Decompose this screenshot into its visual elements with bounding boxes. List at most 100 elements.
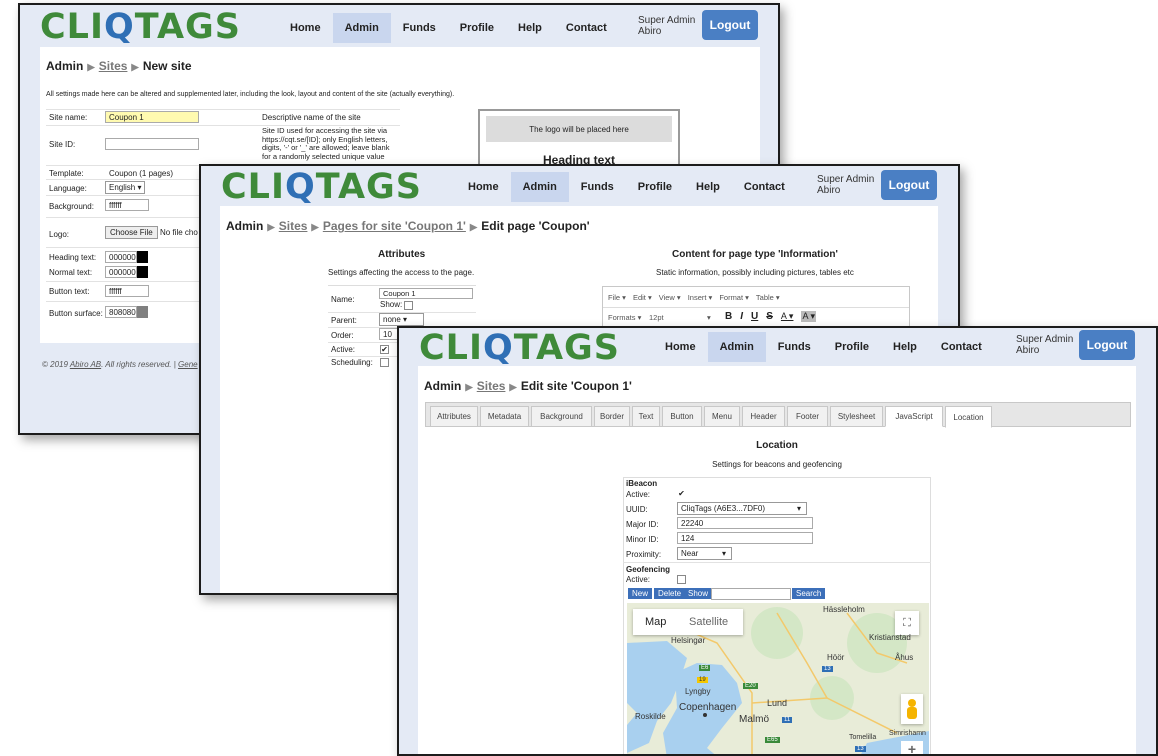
formats-dropdown[interactable]: Formats ▾: [608, 313, 641, 322]
major-id-input[interactable]: 22240: [677, 517, 813, 529]
tab-header[interactable]: Header: [742, 406, 785, 427]
map-type-control: Map Satellite: [633, 609, 743, 635]
fullscreen-icon[interactable]: ⛶: [895, 611, 919, 635]
tab-button[interactable]: Button: [662, 406, 702, 427]
active-checkbox[interactable]: ✔: [380, 345, 389, 354]
minor-id-label: Minor ID:: [626, 535, 659, 544]
cliqtags-logo[interactable]: CLIQTAGS: [419, 328, 620, 368]
parent-select[interactable]: none ▾: [379, 313, 424, 326]
bold-button[interactable]: B: [725, 311, 732, 322]
menu-edit[interactable]: Edit ▾: [633, 293, 652, 302]
page-name-input[interactable]: Coupon 1: [379, 288, 473, 299]
breadcrumb-link-sites[interactable]: Sites: [99, 59, 128, 73]
show-checkbox[interactable]: [404, 301, 413, 310]
background-color-input[interactable]: ffffff: [105, 199, 149, 211]
menu-table[interactable]: Table ▾: [756, 293, 780, 302]
tab-border[interactable]: Border: [594, 406, 630, 427]
pegman-icon[interactable]: [901, 694, 923, 724]
nav-funds[interactable]: Funds: [391, 13, 448, 43]
footer-general-link[interactable]: Gene: [178, 360, 198, 369]
format-buttons: B I U S A ▾ A ▾: [725, 311, 816, 322]
geofencing-active-checkbox[interactable]: [677, 575, 686, 584]
nav-funds[interactable]: Funds: [766, 332, 823, 362]
map-search-input[interactable]: [711, 588, 791, 600]
nav-help[interactable]: Help: [881, 332, 929, 362]
logout-button[interactable]: Logout: [702, 10, 758, 40]
map-view[interactable]: Map Satellite ⛶ + Hässleholm Kristiansta…: [627, 603, 929, 754]
underline-button[interactable]: U: [751, 311, 758, 322]
map-label-ahus: Åhus: [895, 653, 914, 662]
parent-label: Parent:: [331, 316, 357, 325]
site-name-input[interactable]: Coupon 1: [105, 111, 199, 123]
heading-text-swatch[interactable]: [137, 251, 148, 263]
chevron-down-icon[interactable]: ▾: [707, 313, 711, 322]
italic-button[interactable]: I: [740, 311, 743, 322]
menu-file[interactable]: File ▾: [608, 293, 626, 302]
choose-file-button[interactable]: Choose File: [105, 226, 158, 239]
tab-menu[interactable]: Menu: [704, 406, 740, 427]
tab-attributes[interactable]: Attributes: [430, 406, 478, 427]
nav-contact[interactable]: Contact: [732, 172, 797, 202]
nav-home[interactable]: Home: [278, 13, 333, 43]
nav-home[interactable]: Home: [456, 172, 511, 202]
logout-button[interactable]: Logout: [1079, 330, 1135, 360]
background-color-button[interactable]: A ▾: [801, 311, 816, 322]
nav-help[interactable]: Help: [506, 13, 554, 43]
ibeacon-active-label: Active:: [626, 490, 651, 499]
menu-format[interactable]: Format ▾: [719, 293, 749, 302]
nav-admin[interactable]: Admin: [707, 332, 766, 362]
minor-id-input[interactable]: 124: [677, 532, 813, 544]
scheduling-checkbox[interactable]: [380, 358, 389, 367]
tab-text[interactable]: Text: [632, 406, 660, 427]
ibeacon-active-checkbox[interactable]: ✔: [677, 490, 686, 499]
button-text-color-input[interactable]: ffffff: [105, 285, 149, 297]
nav-contact[interactable]: Contact: [554, 13, 619, 43]
proximity-select[interactable]: Near ▾: [677, 547, 732, 560]
tab-background[interactable]: Background: [531, 406, 592, 427]
cliqtags-logo[interactable]: CLIQTAGS: [221, 167, 422, 207]
nav-profile[interactable]: Profile: [823, 332, 881, 362]
nav-home[interactable]: Home: [653, 332, 708, 362]
nav-help[interactable]: Help: [684, 172, 732, 202]
nav-admin[interactable]: Admin: [332, 13, 391, 43]
map-tab-satellite[interactable]: Satellite: [689, 616, 728, 628]
nav-profile[interactable]: Profile: [626, 172, 684, 202]
logout-button[interactable]: Logout: [881, 170, 937, 200]
tab-stylesheet[interactable]: Stylesheet: [830, 406, 883, 427]
language-select[interactable]: English ▾: [105, 181, 146, 194]
button-surface-swatch[interactable]: [137, 306, 148, 318]
new-geofence-button[interactable]: New: [628, 588, 653, 599]
site-id-desc: Site ID used for accessing the site via h…: [262, 126, 390, 161]
map-tab-map[interactable]: Map: [645, 616, 666, 628]
delete-geofence-button[interactable]: Delete: [654, 588, 686, 599]
normal-text-swatch[interactable]: [137, 266, 148, 278]
breadcrumb-link-sites[interactable]: Sites: [477, 379, 506, 393]
tab-metadata[interactable]: Metadata: [480, 406, 529, 427]
nav-profile[interactable]: Profile: [448, 13, 506, 43]
uuid-select[interactable]: CliqTags (A6E3...7DF0) ▾: [677, 502, 807, 515]
nav-contact[interactable]: Contact: [929, 332, 994, 362]
nav-admin[interactable]: Admin: [510, 172, 569, 202]
menu-view[interactable]: View ▾: [659, 293, 681, 302]
breadcrumb-link-sites[interactable]: Sites: [279, 219, 308, 233]
footer-company-link[interactable]: Abiro AB: [70, 360, 101, 369]
site-id-input[interactable]: [105, 138, 199, 150]
nav-funds[interactable]: Funds: [569, 172, 626, 202]
tab-javascript[interactable]: JavaScript: [885, 406, 943, 427]
rich-text-editor[interactable]: File ▾ Edit ▾ View ▾ Insert ▾ Format ▾ T…: [602, 286, 910, 330]
tab-footer[interactable]: Footer: [787, 406, 828, 427]
cliqtags-logo[interactable]: CLIQTAGS: [40, 7, 241, 47]
button-surface-color-input[interactable]: 808080: [105, 306, 137, 318]
map-search-button[interactable]: Search: [792, 588, 826, 599]
font-size-dropdown[interactable]: 12pt: [649, 313, 715, 322]
zoom-in-button[interactable]: +: [901, 741, 923, 754]
normal-text-color-input[interactable]: 000000: [105, 266, 137, 278]
tab-location[interactable]: Location: [945, 406, 992, 428]
menu-insert[interactable]: Insert ▾: [688, 293, 713, 302]
strikethrough-button[interactable]: S: [766, 311, 773, 322]
heading-text-color-input[interactable]: 000000: [105, 251, 137, 263]
template-select[interactable]: Coupon (1 pages): [109, 169, 173, 178]
text-color-button[interactable]: A ▾: [781, 311, 794, 322]
show-geofence-button[interactable]: Show: [684, 588, 713, 599]
breadcrumb-link-pages[interactable]: Pages for site 'Coupon 1': [323, 219, 466, 233]
